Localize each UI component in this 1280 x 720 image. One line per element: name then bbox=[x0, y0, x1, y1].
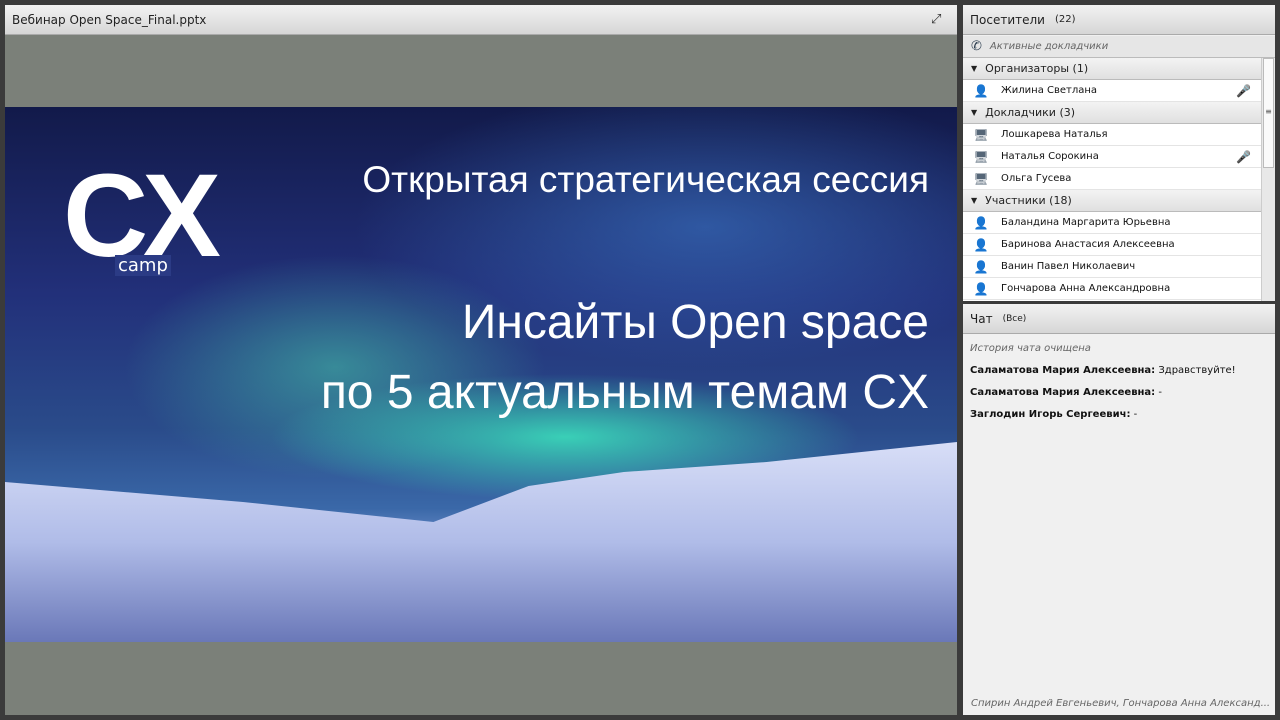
list-item[interactable]: 👤 Баринова Анастасия Алексеевна bbox=[963, 234, 1261, 256]
chat-message: Саламатова Мария Алексеевна: - bbox=[963, 387, 1275, 398]
list-item[interactable]: 🖥 Лошкарева Наталья bbox=[963, 124, 1261, 146]
attendee-name: Ванин Павел Николаевич bbox=[1001, 261, 1136, 272]
fullscreen-icon[interactable]: ⤢ bbox=[931, 13, 947, 27]
attendees-header: Посетители (22) bbox=[963, 5, 1275, 35]
user-icon: 👤 bbox=[973, 259, 989, 274]
mic-icon: 🎤 bbox=[1236, 149, 1251, 164]
attendee-name: Баландина Маргарита Юрьевна bbox=[1001, 217, 1171, 228]
list-item[interactable]: 👤 Жилина Светлана 🎤 bbox=[963, 80, 1261, 102]
attendee-name: Лошкарева Наталья bbox=[1001, 129, 1108, 140]
attendee-name: Жилина Светлана bbox=[1001, 85, 1098, 96]
active-speakers[interactable]: ✆ Активные докладчики bbox=[963, 36, 1275, 58]
active-speakers-label: Активные докладчики bbox=[989, 41, 1109, 52]
slide-subtitle: Открытая стратегическая сессия bbox=[362, 159, 929, 200]
collapse-triangle-icon: ▼ bbox=[971, 64, 978, 73]
group-presenters[interactable]: ▼ Докладчики (3) bbox=[963, 102, 1261, 124]
group-hosts[interactable]: ▼ Организаторы (1) bbox=[963, 58, 1261, 80]
presenter-icon: 🖥 bbox=[973, 149, 989, 164]
message-author: Саламатова Мария Алексеевна: bbox=[970, 387, 1156, 398]
typing-indicator: Спирин Андрей Евгеньевич, Гончарова Анна… bbox=[971, 698, 1271, 709]
attendee-name: Баринова Анастасия Алексеевна bbox=[1001, 239, 1175, 250]
scrollbar-thumb[interactable]: ≡ bbox=[1263, 58, 1274, 168]
cx-camp-logo-sub: camp bbox=[115, 255, 171, 276]
message-author: Саламатова Мария Алексеевна: bbox=[970, 365, 1156, 376]
chat-message: Заглодин Игорь Сергеевич: - bbox=[963, 409, 1275, 420]
chat-message: Саламатова Мария Алексеевна: Здравствуйт… bbox=[963, 365, 1275, 376]
collapse-triangle-icon: ▼ bbox=[971, 196, 978, 205]
attendees-count: (22) bbox=[1054, 14, 1076, 25]
chat-header: Чат (Все) bbox=[963, 304, 1275, 334]
chat-cleared-notice: История чата очищена bbox=[970, 343, 1091, 354]
share-title: Вебинар Open Space_Final.pptx bbox=[12, 12, 207, 27]
group-participants[interactable]: ▼ Участники (18) bbox=[963, 190, 1261, 212]
list-item[interactable]: 🖥 Ольга Гусева bbox=[963, 168, 1261, 190]
presenter-icon: 🖥 bbox=[973, 127, 989, 142]
message-text: Здравствуйте! bbox=[1155, 365, 1236, 376]
scrollbar[interactable]: ≡ bbox=[1261, 58, 1275, 301]
chat-title: Чат bbox=[970, 311, 993, 326]
share-header: Вебинар Open Space_Final.pptx ⤢ bbox=[5, 5, 957, 35]
attendees-title: Посетители bbox=[970, 12, 1045, 27]
attendee-name: Наталья Сорокина bbox=[1001, 151, 1099, 162]
phone-icon: ✆ bbox=[971, 39, 982, 54]
list-item[interactable]: 👤 Баландина Маргарита Юрьевна bbox=[963, 212, 1261, 234]
collapse-triangle-icon: ▼ bbox=[971, 108, 978, 117]
chat-scope[interactable]: (Все) bbox=[1003, 314, 1027, 324]
attendee-list: ▼ Организаторы (1) 👤 Жилина Светлана 🎤 ▼ Док… bbox=[963, 58, 1261, 301]
presenter-icon: 🖥 bbox=[973, 171, 989, 186]
message-text: - bbox=[1130, 409, 1138, 420]
host-icon: 👤 bbox=[973, 83, 989, 98]
list-item[interactable]: 🖥 Наталья Сорокина 🎤 bbox=[963, 146, 1261, 168]
list-item[interactable]: 👤 Ванин Павел Николаевич bbox=[963, 256, 1261, 278]
snow-landscape bbox=[5, 442, 957, 642]
chat-pod: Чат (Все) История чата очищена Саламатов… bbox=[963, 304, 1275, 715]
user-icon: 👤 bbox=[973, 215, 989, 230]
message-text: - bbox=[1155, 387, 1162, 398]
presentation-slide: CX camp Открытая стратегическая сессия И… bbox=[5, 107, 957, 642]
slide-title-line1: Инсайты Open space bbox=[461, 296, 929, 349]
group-label: Докладчики (3) bbox=[985, 106, 1076, 119]
attendee-name: Гончарова Анна Александровна bbox=[1001, 283, 1171, 294]
group-label: Участники (18) bbox=[985, 194, 1072, 207]
mic-icon: 🎤 bbox=[1236, 83, 1251, 98]
attendees-pod: Посетители (22) ✆ Активные докладчики ▼ О… bbox=[963, 5, 1275, 301]
slide-title-line2: по 5 актуальным темам CX bbox=[320, 366, 929, 419]
user-icon: 👤 bbox=[973, 281, 989, 296]
group-label: Организаторы (1) bbox=[985, 62, 1089, 75]
user-icon: 👤 bbox=[973, 237, 989, 252]
share-pod: Вебинар Open Space_Final.pptx ⤢ CX camp … bbox=[5, 5, 957, 715]
list-item[interactable]: 👤 Гончарова Анна Александровна bbox=[963, 278, 1261, 300]
attendee-name: Ольга Гусева bbox=[1001, 173, 1072, 184]
message-author: Заглодин Игорь Сергеевич: bbox=[970, 409, 1131, 420]
